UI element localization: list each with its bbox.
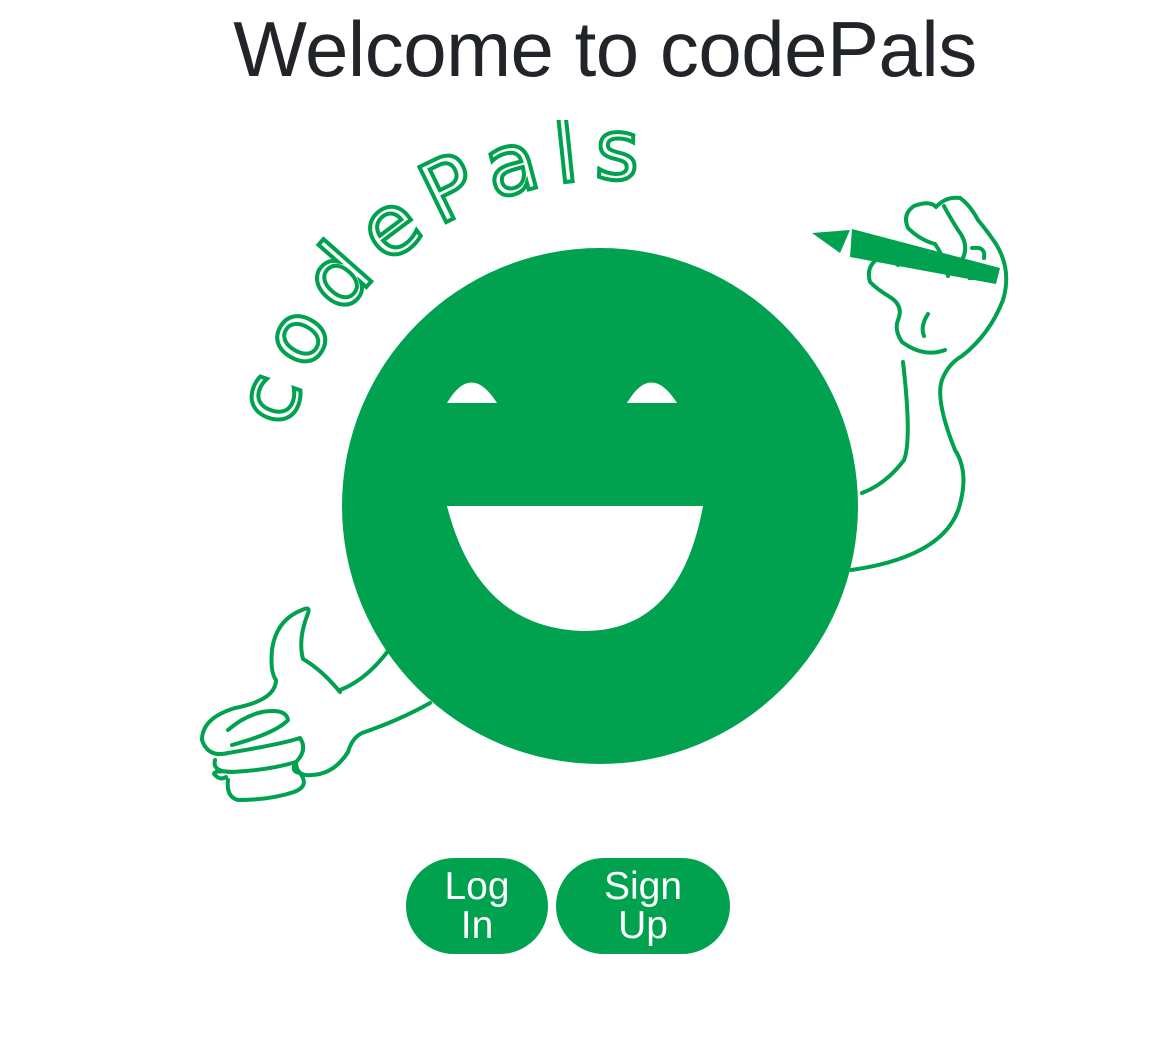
- page-title: Welcome to codePals: [233, 5, 977, 93]
- signup-button[interactable]: Sign Up: [556, 858, 730, 954]
- codepals-logo: codePals: [200, 120, 1009, 802]
- auth-button-group: Log In Sign Up: [406, 858, 730, 954]
- login-button[interactable]: Log In: [406, 858, 548, 954]
